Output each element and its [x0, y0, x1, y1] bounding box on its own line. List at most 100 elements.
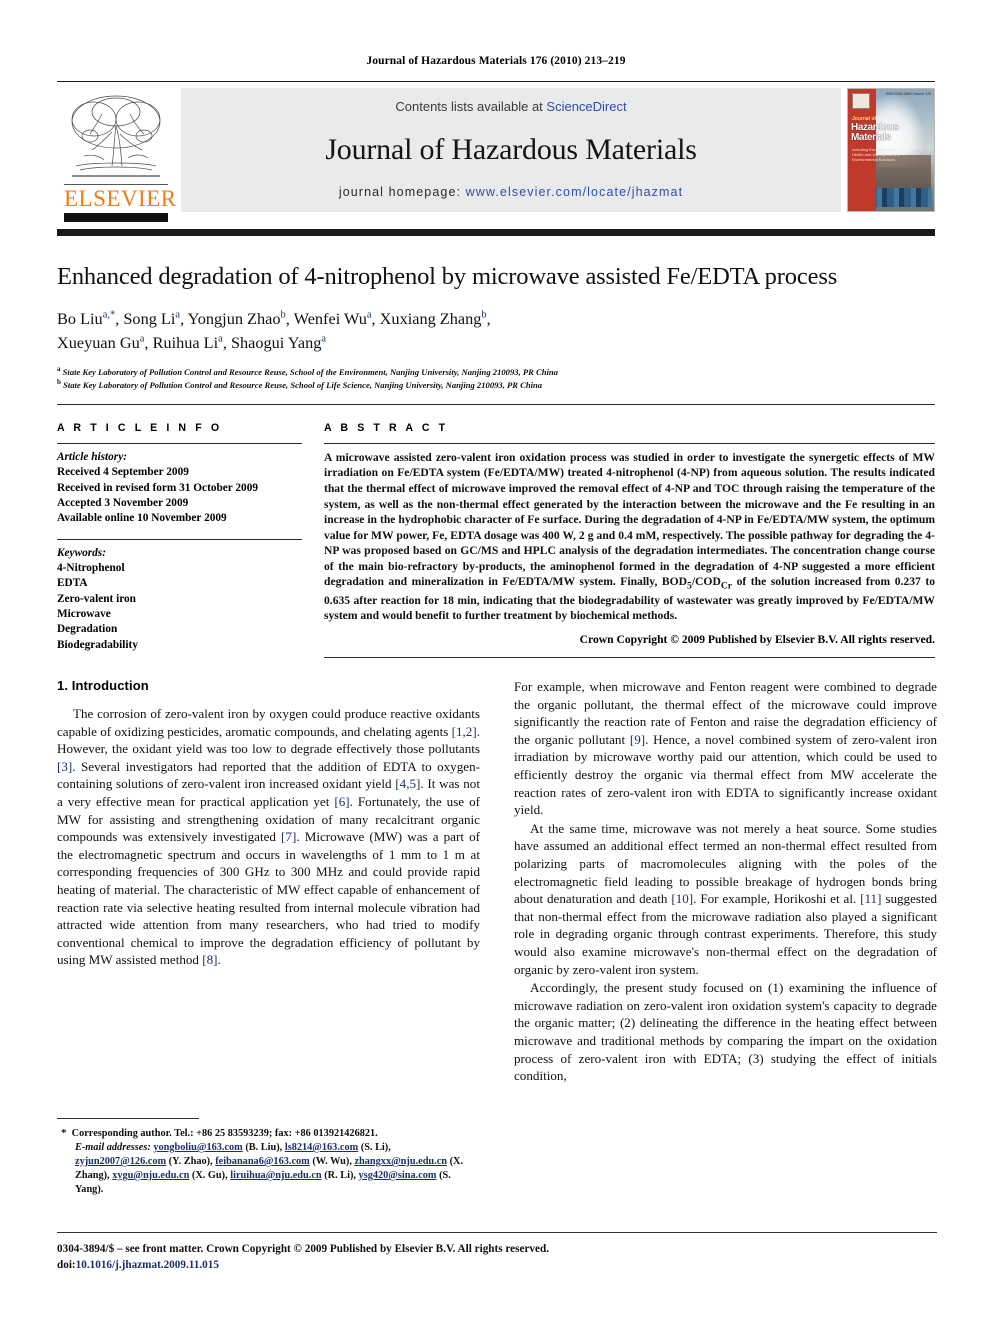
running-head: Journal of Hazardous Materials 176 (2010… [366, 55, 626, 67]
abstract-sub-2: Cr [720, 580, 733, 592]
history-item: Accepted 3 November 2009 [57, 496, 189, 509]
homepage-prefix: journal homepage: [338, 185, 466, 199]
email-addresses-label: E-mail addresses: [75, 1142, 151, 1153]
affiliation-a-marker: a [57, 364, 61, 373]
author-line-1: Bo Liua,*, Song Lia, Yongjun Zhaob, Wenf… [57, 309, 491, 329]
body-columns: 1. Introduction The corrosion of zero-va… [57, 678, 937, 1085]
cover-publisher-mark [852, 93, 870, 109]
corresponding-author-text: Corresponding author. Tel.: +86 25 83593… [71, 1128, 378, 1139]
email-link[interactable]: liruihua@nju.edu.cn [230, 1170, 321, 1181]
journal-title: Journal of Hazardous Materials [325, 132, 697, 166]
footnote-block: * Corresponding author. Tel.: +86 25 835… [57, 1118, 480, 1197]
corresponding-star-icon[interactable]: * [110, 310, 115, 321]
email-link[interactable]: xygu@nju.edu.cn [112, 1170, 189, 1181]
abstract-copyright: Crown Copyright © 2009 Published by Else… [579, 632, 935, 646]
text-run: The corrosion of zero-valent iron by oxy… [57, 705, 480, 739]
journal-cover-thumbnail: Journal of Hazardous Materials Including… [847, 88, 935, 212]
abstract-part-2: /COD [691, 575, 721, 589]
section-heading-introduction: 1. Introduction [57, 677, 149, 693]
keywords-rule [57, 538, 302, 540]
article-history-label: Article history: [57, 450, 127, 463]
sciencedirect-link[interactable]: ScienceDirect [546, 99, 626, 114]
asterisk-marker: * [61, 1127, 67, 1139]
citation-ref[interactable]: [9] [630, 732, 645, 747]
cover-tanks [870, 187, 933, 208]
masthead-center-band: Contents lists available at ScienceDirec… [181, 88, 841, 212]
imprint-block: 0304-3894/$ – see front matter. Crown Co… [57, 1242, 937, 1273]
email-owner: (Y. Zhao), [166, 1156, 216, 1167]
page-title: Enhanced degradation of 4-nitrophenol by… [57, 263, 838, 290]
email-link[interactable]: yongboliu@163.com [153, 1142, 242, 1153]
abstract-column: A B S T R A C T A microwave assisted zer… [324, 422, 935, 658]
cover-journal-title: Hazardous Materials [851, 123, 899, 143]
intro-paragraph-left: The corrosion of zero-valent iron by oxy… [57, 705, 480, 969]
footnote-rule [57, 1118, 199, 1119]
author-name: Bo Liu [57, 309, 103, 329]
author-name: Song Li [123, 309, 176, 329]
author-affil-marker: a,* [102, 309, 116, 321]
author-list: Bo Liua,*, Song Lia, Yongjun Zhaob, Wenf… [57, 307, 935, 353]
abstract-heading: A B S T R A C T [324, 421, 449, 434]
email-addresses-line: E-mail addresses: yongboliu@163.com (B. … [57, 1141, 480, 1197]
citation-ref[interactable]: [8] [202, 952, 217, 967]
author-affil-marker: a [139, 333, 145, 345]
email-link[interactable]: zhangxx@nju.edu.cn [354, 1156, 447, 1167]
citation-ref[interactable]: [10] [671, 891, 693, 906]
journal-masthead: ELSEVIER Contents lists available at Sci… [57, 81, 935, 229]
keywords-block: Keywords: 4-Nitrophenol EDTA Zero-valent… [57, 546, 302, 654]
email-link[interactable]: zyjun2007@126.com [75, 1156, 166, 1167]
title-block: Enhanced degradation of 4-nitrophenol by… [57, 236, 935, 391]
citation-ref[interactable]: [11] [860, 891, 881, 906]
body-right-column: For example, when microwave and Fenton r… [514, 678, 937, 1085]
citation-ref[interactable]: [4,5] [395, 776, 420, 791]
homepage-url-link[interactable]: www.elsevier.com/locate/jhazmat [466, 185, 684, 199]
cover-title-line2: Materials [851, 132, 891, 143]
author-name: Xuxiang Zhang [379, 309, 482, 329]
doi-link[interactable]: 10.1016/j.jhazmat.2009.11.015 [76, 1259, 219, 1271]
article-info-rule [57, 442, 302, 444]
citation-ref[interactable]: [7] [281, 829, 296, 844]
affiliation-list: a State Key Laboratory of Pollution Cont… [57, 365, 935, 391]
elsevier-bar [64, 213, 168, 222]
history-item: Received 4 September 2009 [57, 466, 189, 479]
email-link[interactable]: ls8214@163.com [285, 1142, 358, 1153]
keyword-item: 4-Nitrophenol [57, 561, 125, 574]
abstract-rule [324, 442, 935, 444]
info-abstract-row: A R T I C L E I N F O Article history: R… [57, 405, 935, 658]
body-left-column: 1. Introduction The corrosion of zero-va… [57, 678, 480, 1085]
citation-ref[interactable]: [1,2] [452, 724, 477, 739]
citation-ref[interactable]: [6] [334, 794, 349, 809]
text-run: . [217, 952, 221, 968]
journal-homepage-line: journal homepage: www.elsevier.com/locat… [339, 185, 683, 199]
citation-ref[interactable]: [3] [57, 759, 72, 774]
affiliation-a-text: State Key Laboratory of Pollution Contro… [62, 366, 558, 377]
article-history: Article history: Received 4 September 20… [57, 450, 302, 527]
keyword-item: Zero-valent iron [57, 592, 136, 605]
author-name: Shaogui Yang [230, 332, 322, 352]
author-line-2: Xueyuan Gua, Ruihua Lia, Shaogui Yanga [57, 332, 327, 352]
abstract-bottom-rule [324, 656, 935, 658]
intro-paragraph-right-1: For example, when microwave and Fenton r… [514, 678, 937, 819]
cover-corner-note: ISSN 0304-3894 Volume 176 [885, 92, 931, 96]
email-link[interactable]: feibanana6@163.com [215, 1156, 310, 1167]
history-item: Available online 10 November 2009 [57, 512, 227, 525]
imprint-doi-line: doi:10.1016/j.jhazmat.2009.11.015 [57, 1258, 937, 1274]
imprint-rule [57, 1232, 937, 1233]
affiliation-b: b State Key Laboratory of Pollution Cont… [57, 378, 935, 391]
text-run: . Microwave (MW) was a part of the elect… [57, 829, 480, 968]
author-name: Xueyuan Gu [57, 332, 140, 352]
affiliation-b-marker: b [57, 377, 61, 386]
email-owner: (R. Li), [321, 1170, 359, 1181]
keyword-item: Microwave [57, 608, 111, 621]
history-item: Received in revised form 31 October 2009 [57, 481, 258, 494]
cover-subtitle: Including Environmental Health and Manag… [852, 147, 901, 162]
keyword-item: Biodegradability [57, 638, 138, 651]
masthead-thick-rule [57, 229, 935, 236]
author-affil-marker: b [280, 309, 286, 321]
affiliation-a: a State Key Laboratory of Pollution Cont… [57, 365, 935, 378]
elsevier-logo: ELSEVIER [57, 88, 176, 224]
abstract-part-1: A microwave assisted zero-valent iron ox… [324, 450, 935, 589]
author-name: Yongjun Zhao [187, 309, 281, 329]
email-link[interactable]: ysg420@sina.com [359, 1170, 437, 1181]
